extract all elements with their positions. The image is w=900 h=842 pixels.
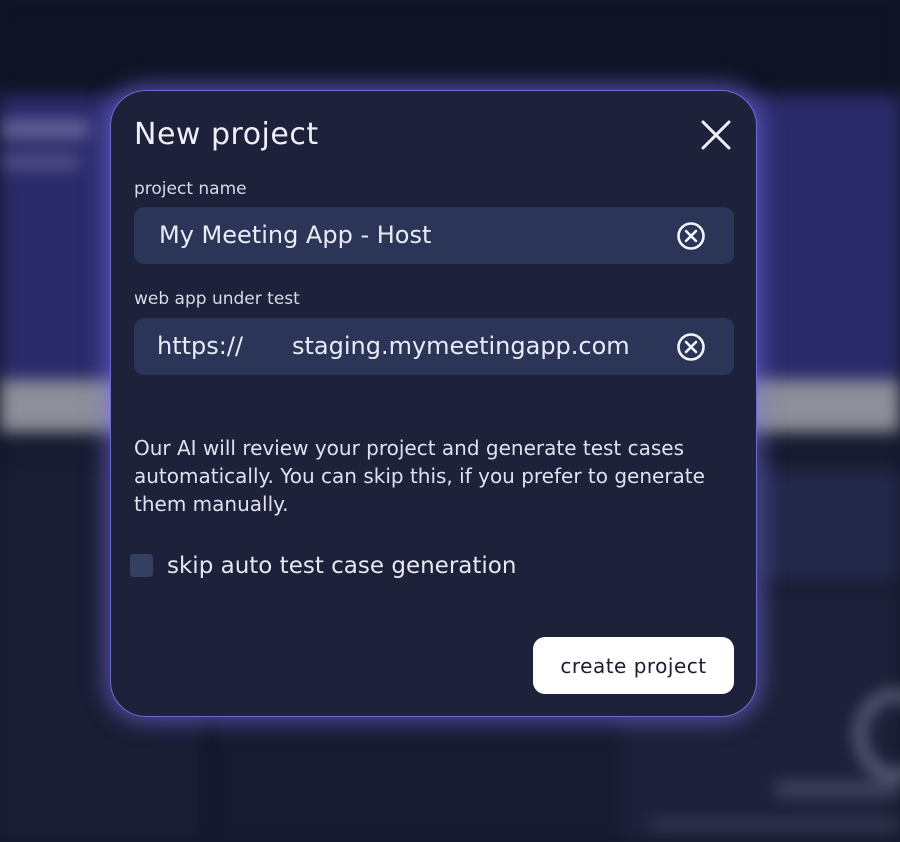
- web-app-url-field[interactable]: https:// staging.mymeetingapp.com: [134, 318, 734, 375]
- background-subcaption: [650, 820, 900, 830]
- background-caption: [775, 782, 900, 796]
- background-panel: [760, 470, 900, 580]
- background-topbar: [0, 0, 900, 95]
- web-app-label: web app under test: [134, 289, 300, 309]
- url-protocol-prefix: https://: [157, 332, 244, 360]
- background-hero-text: [0, 120, 90, 138]
- web-app-url-value[interactable]: staging.mymeetingapp.com: [292, 318, 630, 375]
- create-project-button[interactable]: create project: [533, 637, 734, 694]
- new-project-dialog: New project project name My Meeting App …: [110, 90, 757, 717]
- clear-web-app-url-button[interactable]: [676, 332, 706, 362]
- ai-generation-info: Our AI will review your project and gene…: [134, 436, 705, 516]
- close-icon: [701, 120, 731, 150]
- background-hero-subtext: [0, 155, 80, 169]
- skip-generation-checkbox[interactable]: [130, 554, 153, 577]
- clear-project-name-button[interactable]: [676, 221, 706, 251]
- skip-generation-label[interactable]: skip auto test case generation: [167, 551, 516, 581]
- project-name-field[interactable]: My Meeting App - Host: [134, 207, 734, 264]
- close-button[interactable]: [699, 118, 733, 152]
- clear-circle-x-icon: [677, 222, 705, 250]
- project-name-value[interactable]: My Meeting App - Host: [159, 207, 431, 264]
- project-name-label: project name: [134, 179, 247, 199]
- background-divider: [205, 700, 213, 842]
- clear-circle-x-icon: [677, 333, 705, 361]
- dialog-title: New project: [134, 117, 319, 152]
